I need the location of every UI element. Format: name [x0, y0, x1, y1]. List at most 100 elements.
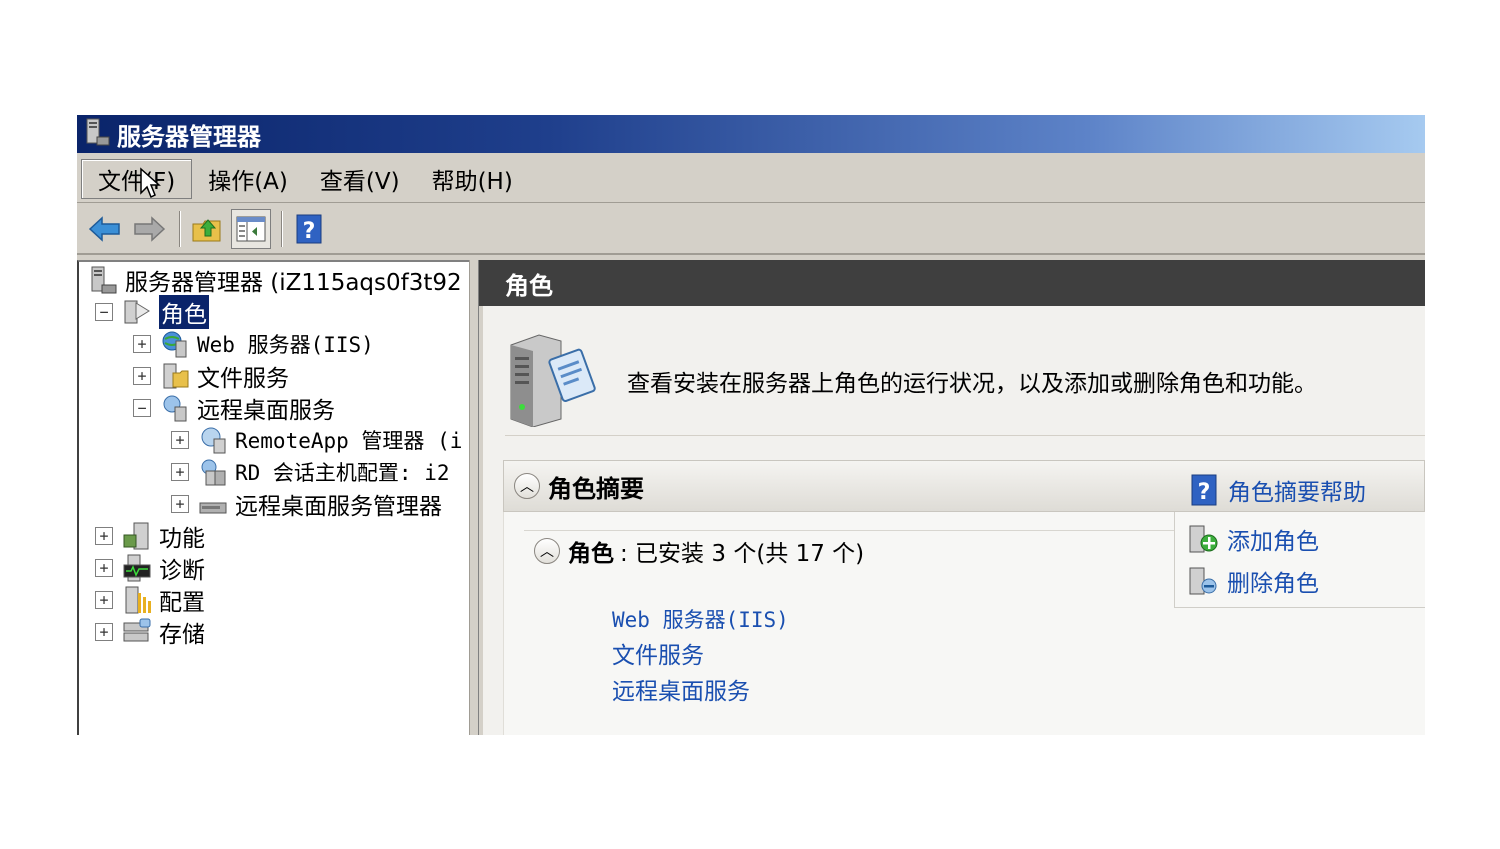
menu-action[interactable]: 操作(A) — [192, 159, 304, 199]
svg-text:?: ? — [303, 219, 316, 244]
mouse-cursor-icon — [139, 167, 161, 203]
tree-label: 远程桌面服务 — [197, 398, 335, 424]
tree-label: Web 服务器(IIS) — [197, 333, 374, 357]
remoteapp-icon — [197, 425, 229, 455]
remote-desktop-icon — [159, 393, 191, 423]
back-button[interactable] — [85, 209, 125, 249]
toolbar-separator — [281, 211, 283, 247]
menu-help[interactable]: 帮助(H) — [416, 159, 529, 199]
expand-toggle[interactable]: + — [133, 367, 151, 385]
expand-toggle[interactable]: + — [95, 527, 113, 545]
rds-manager-icon — [197, 489, 229, 519]
features-icon — [121, 521, 153, 551]
help-button[interactable]: ? — [289, 209, 329, 249]
divider — [524, 530, 1174, 531]
toolbar: ? — [77, 205, 1425, 255]
tree-label: 文件服务 — [197, 366, 289, 392]
file-services-icon — [159, 361, 191, 391]
forward-icon — [134, 216, 166, 242]
forward-button[interactable] — [129, 209, 169, 249]
back-icon — [88, 216, 120, 242]
collapse-toggle[interactable]: − — [95, 303, 113, 321]
configuration-icon — [121, 585, 153, 615]
roles-icon — [121, 297, 153, 327]
console-tree: 服务器管理器 (iZ115aqs0f3t92 − 角色 + Web 服务器(II… — [77, 260, 469, 735]
remove-roles-action[interactable]: 删除角色 — [1187, 560, 1425, 602]
remove-roles-label[interactable]: 删除角色 — [1227, 564, 1319, 598]
server-manager-icon — [87, 265, 119, 295]
tree-label: 功能 — [159, 526, 205, 552]
server-manager-icon — [83, 117, 111, 151]
roles-summary-help-link[interactable]: ? 角色摘要帮助 — [1190, 473, 1366, 507]
window-title: 服务器管理器 — [117, 122, 261, 151]
role-link-file-services[interactable]: 文件服务 — [612, 638, 789, 674]
roles-summary-help-label[interactable]: 角色摘要帮助 — [1228, 473, 1366, 507]
actions-panel: 添加角色 删除角色 — [1174, 512, 1425, 608]
web-server-icon — [159, 329, 191, 359]
title-bar: 服务器管理器 — [77, 115, 1425, 153]
tree-item-configuration[interactable]: + 配置 — [95, 584, 205, 616]
up-one-level-button[interactable] — [187, 209, 227, 249]
collapse-up-icon[interactable]: ︿ — [534, 538, 560, 564]
collapse-toggle[interactable]: − — [133, 399, 151, 417]
expand-toggle[interactable]: + — [95, 559, 113, 577]
add-roles-label[interactable]: 添加角色 — [1227, 522, 1319, 556]
details-pane: 角色 查看安装在服务器上角色的运行状况，以及添加或删除角色和功能。 ︿ 角色摘要… — [479, 260, 1425, 735]
role-link-remote-desktop-services[interactable]: 远程桌面服务 — [612, 674, 789, 710]
server-roles-icon — [505, 331, 597, 431]
menu-file[interactable]: 文件(F) — [81, 158, 193, 199]
pane-header: 角色 — [479, 260, 1425, 306]
storage-icon — [121, 617, 153, 647]
tree-label: 配置 — [159, 590, 205, 616]
tree-item-roles[interactable]: − 角色 — [95, 295, 209, 329]
roles-summary-header[interactable]: ︿ 角色摘要 ? 角色摘要帮助 — [503, 460, 1425, 512]
show-hide-console-tree-button[interactable] — [231, 209, 271, 249]
expand-toggle[interactable]: + — [171, 431, 189, 449]
expand-toggle[interactable]: + — [171, 495, 189, 513]
roles-subheader: ︿ 角色 : 已安装 3 个(共 17 个) — [534, 534, 864, 568]
expand-toggle[interactable]: + — [95, 623, 113, 641]
tree-item-file-services[interactable]: + 文件服务 — [133, 360, 289, 392]
toolbar-separator — [179, 211, 181, 247]
tree-label: 诊断 — [159, 558, 205, 584]
server-manager-window: 服务器管理器 文件(F) 操作(A) 查看(V) 帮助(H) ? 服务器管理器 … — [77, 115, 1425, 735]
tree-label: 角色 — [159, 295, 209, 329]
add-roles-action[interactable]: 添加角色 — [1187, 518, 1425, 560]
collapse-up-icon[interactable]: ︿ — [514, 473, 540, 499]
tree-label: 服务器管理器 (iZ115aqs0f3t92 — [125, 270, 462, 296]
show-hide-tree-icon — [236, 216, 266, 242]
tree-item-rds-manager[interactable]: + 远程桌面服务管理器 — [171, 488, 442, 520]
tree-item-remote-desktop-services[interactable]: − 远程桌面服务 — [133, 392, 335, 424]
tree-item-remoteapp-manager[interactable]: + RemoteApp 管理器 (i — [171, 424, 462, 456]
menu-view[interactable]: 查看(V) — [304, 159, 416, 199]
role-link-web-server[interactable]: Web 服务器(IIS) — [612, 602, 789, 638]
up-folder-icon — [192, 219, 221, 242]
tree-label: RemoteApp 管理器 (i — [235, 429, 463, 453]
intro-section: 查看安装在服务器上角色的运行状况，以及添加或删除角色和功能。 — [505, 326, 1425, 436]
expand-toggle[interactable]: + — [95, 591, 113, 609]
diagnostics-icon — [121, 553, 153, 583]
help-icon: ? — [1191, 474, 1217, 506]
expand-toggle[interactable]: + — [133, 335, 151, 353]
tree-item-features[interactable]: + 功能 — [95, 520, 205, 552]
tree-item-storage[interactable]: + 存储 — [95, 616, 205, 648]
roles-summary-title: 角色摘要 — [548, 474, 644, 503]
tree-item-web-server[interactable]: + Web 服务器(IIS) — [133, 328, 374, 360]
help-icon: ? — [296, 214, 322, 244]
add-role-icon — [1187, 523, 1219, 555]
tree-item-diagnostics[interactable]: + 诊断 — [95, 552, 205, 584]
tree-item-server-manager[interactable]: 服务器管理器 (iZ115aqs0f3t92 — [87, 264, 462, 296]
menu-bar: 文件(F) 操作(A) 查看(V) 帮助(H) — [77, 155, 1425, 203]
tree-label: 存储 — [159, 622, 205, 648]
roles-installed-count: : 已安装 3 个(共 17 个) — [620, 541, 865, 567]
tree-label: RD 会话主机配置: i2 — [235, 461, 450, 485]
intro-text: 查看安装在服务器上角色的运行状况，以及添加或删除角色和功能。 — [627, 370, 1317, 397]
installed-roles-list: Web 服务器(IIS) 文件服务 远程桌面服务 — [612, 602, 789, 710]
roles-label: 角色 — [568, 541, 614, 567]
pane-splitter[interactable] — [469, 260, 479, 735]
rd-session-host-icon — [197, 457, 229, 487]
tree-label: 远程桌面服务管理器 — [235, 494, 442, 520]
remove-role-icon — [1187, 565, 1219, 597]
tree-item-rd-session-host-config[interactable]: + RD 会话主机配置: i2 — [171, 456, 450, 488]
expand-toggle[interactable]: + — [171, 463, 189, 481]
